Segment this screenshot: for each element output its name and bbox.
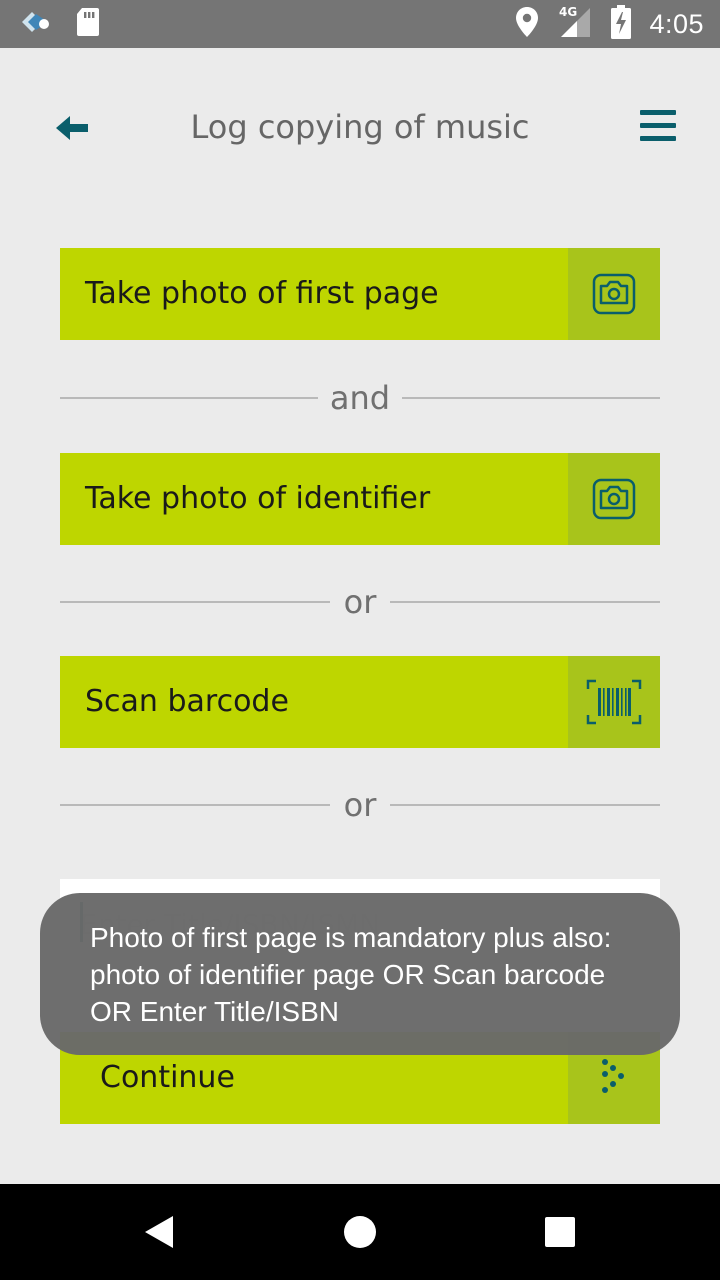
divider-or-text: or: [343, 583, 377, 621]
location-icon: [515, 6, 539, 42]
page-title: Log copying of music: [190, 108, 530, 146]
divider-or-1: or: [60, 582, 660, 622]
app-notification-icon: [18, 8, 54, 40]
status-bar: 4G 4:05: [0, 0, 720, 48]
divider-and: and: [60, 378, 660, 418]
home-circle-icon[interactable]: [312, 1184, 408, 1280]
recents-square-icon[interactable]: [512, 1184, 608, 1280]
divider-or-text: or: [343, 786, 377, 824]
signal-icon: 4G: [557, 5, 593, 43]
divider-or-2: or: [60, 785, 660, 825]
scan-barcode-button[interactable]: Scan barcode: [60, 656, 660, 748]
barcode-icon: [568, 656, 660, 748]
take-photo-identifier-label: Take photo of identifier: [85, 481, 431, 516]
navigation-bar: [0, 1184, 720, 1280]
divider-and-text: and: [329, 379, 391, 417]
svg-text:4G: 4G: [559, 5, 577, 19]
battery-charging-icon: [611, 5, 632, 43]
scan-barcode-label: Scan barcode: [85, 684, 289, 719]
take-photo-first-page-label: Take photo of first page: [85, 276, 439, 311]
hamburger-menu-icon[interactable]: [640, 110, 680, 146]
sd-card-icon: [76, 7, 100, 41]
toast-message: Photo of first page is mandatory plus al…: [40, 893, 680, 1055]
take-photo-identifier-button[interactable]: Take photo of identifier: [60, 453, 660, 545]
back-triangle-icon[interactable]: [112, 1184, 208, 1280]
take-photo-first-page-button[interactable]: Take photo of first page: [60, 248, 660, 340]
status-time: 4:05: [649, 8, 704, 39]
toast-text: Photo of first page is mandatory plus al…: [90, 922, 612, 1027]
camera-icon: [568, 248, 660, 340]
camera-icon: [568, 453, 660, 545]
